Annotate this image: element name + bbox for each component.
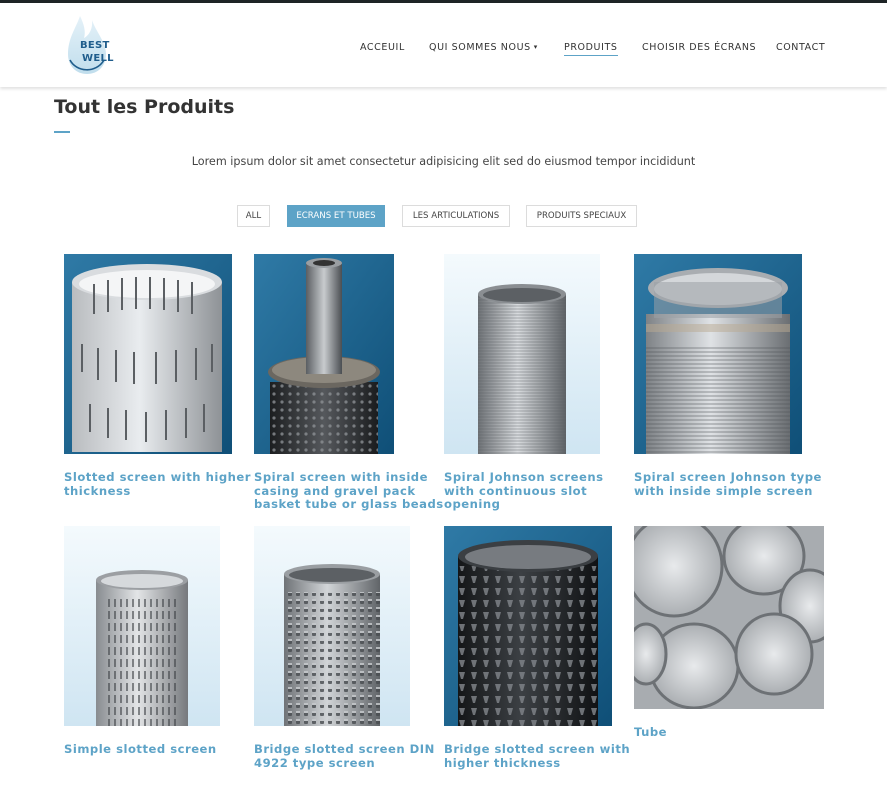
filter-ecrans-tubes-button[interactable]: ECRANS ET TUBES — [287, 205, 385, 227]
nav-item-label: QUI SOMMES NOUS — [429, 42, 531, 53]
product-caption[interactable]: Simple slotted screen — [64, 742, 256, 757]
logo-text-well: WELL — [82, 53, 114, 64]
bridge-slotted-screen-image[interactable] — [254, 526, 410, 726]
chevron-down-icon: ▾ — [533, 43, 538, 51]
simple-slotted-screen-image[interactable] — [64, 526, 220, 726]
logo-text-best: BEST — [80, 40, 110, 51]
nav-item-contact[interactable]: CONTACT — [776, 42, 825, 53]
product-caption[interactable]: Spiral Johnson screens with continuous s… — [444, 470, 636, 512]
filter-all-button[interactable]: ALL — [237, 205, 270, 227]
nav-item-choisir-des-ecrans[interactable]: CHOISIR DES ÉCRANS — [642, 42, 756, 53]
site-header: BEST WELL ACCEUIL QUI SOMMES NOUS ▾ PRODU… — [0, 3, 887, 87]
title-underline — [54, 131, 70, 133]
intro-text: Lorem ipsum dolor sit amet consectetur a… — [191, 155, 696, 168]
nav-item-acceuil[interactable]: ACCEUIL — [360, 42, 405, 53]
bestwell-logo[interactable]: BEST WELL — [62, 14, 114, 78]
johnson-inside-screen-image[interactable] — [634, 254, 802, 454]
slotted-screen-image[interactable] — [64, 254, 232, 454]
product-caption[interactable]: Spiral screen Johnson type with inside s… — [634, 470, 826, 498]
page-title: Tout les Produits — [54, 96, 235, 118]
product-caption[interactable]: Spiral screen with inside casing and gra… — [254, 470, 446, 512]
tube-stack-image[interactable] — [634, 526, 824, 709]
product-caption[interactable]: Bridge slotted screen with higher thickn… — [444, 742, 636, 770]
bridge-thick-screen-image[interactable] — [444, 526, 612, 726]
filter-produits-speciaux-button[interactable]: PRODUITS SPECIAUX — [526, 205, 637, 227]
product-caption[interactable]: Tube — [634, 725, 826, 740]
gravel-pack-screen-image[interactable] — [254, 254, 394, 454]
product-caption[interactable]: Slotted screen with higher thickness — [64, 470, 256, 498]
nav-item-produits[interactable]: PRODUITS — [564, 42, 618, 56]
johnson-screen-image[interactable] — [444, 254, 600, 454]
nav-item-qui-sommes-nous[interactable]: QUI SOMMES NOUS ▾ — [429, 42, 538, 53]
filter-articulations-button[interactable]: LES ARTICULATIONS — [402, 205, 510, 227]
product-caption[interactable]: Bridge slotted screen DIN 4922 type scre… — [254, 742, 446, 770]
